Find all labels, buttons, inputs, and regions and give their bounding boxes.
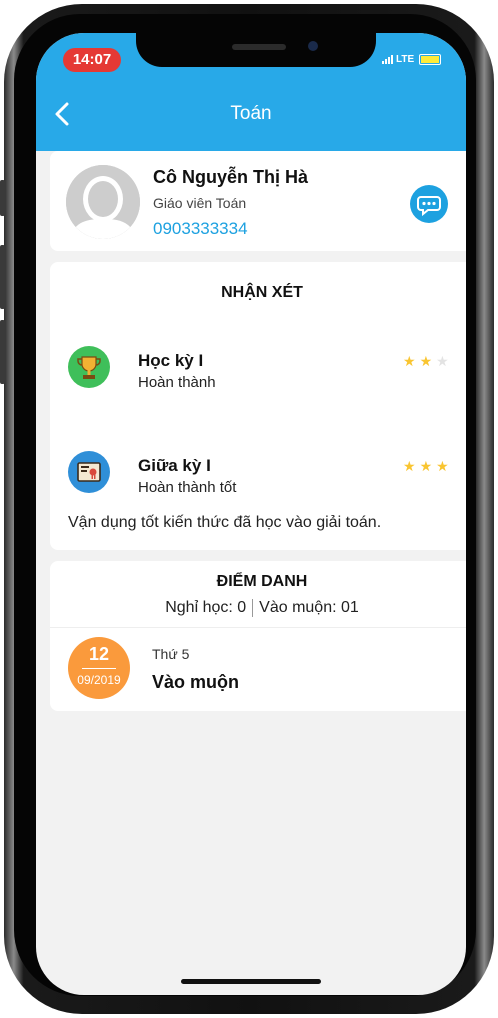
record-weekday: Thứ 5 — [152, 646, 190, 662]
review-section-title: NHẬN XÉT — [221, 284, 303, 301]
review-comment: Vận dụng tốt kiến thức đã học vào giải t… — [68, 514, 382, 531]
page-title: Toán — [230, 103, 272, 124]
star-filled-icon: ★ — [403, 353, 416, 369]
teacher-role: Giáo viên Toán — [153, 195, 247, 211]
star-rating: ★ ★ ★ — [403, 354, 449, 368]
network-label: LTE — [396, 53, 415, 65]
record-status: Vào muộn — [152, 672, 240, 692]
star-filled-icon: ★ — [436, 458, 449, 474]
absent-count: Nghỉ học: 0 — [165, 599, 247, 617]
teacher-name: Cô Nguyễn Thị Hà — [153, 167, 309, 187]
attendance-section-title: ĐIỂM DANH — [216, 573, 308, 590]
star-rating: ★ ★ ★ — [403, 459, 449, 473]
volume-down-button — [0, 320, 5, 384]
date-badge: 12 09/2019 — [68, 637, 130, 699]
front-camera — [308, 41, 318, 51]
speaker — [232, 44, 286, 50]
attendance-card: ĐIỂM DANH Nghỉ học: 0 Vào muộn: 01 12 09/… — [50, 561, 466, 711]
divider — [50, 627, 466, 628]
review-result: Hoàn thành — [138, 374, 216, 391]
attendance-summary: Nghỉ học: 0 Vào muộn: 01 — [50, 599, 466, 617]
notch — [136, 33, 376, 67]
volume-up-button — [0, 245, 5, 309]
date-day: 12 — [88, 644, 110, 664]
star-filled-icon: ★ — [403, 458, 416, 474]
review-term: Học kỳ I — [138, 351, 204, 370]
mute-switch — [0, 180, 5, 216]
summary-divider — [252, 599, 254, 617]
status-indicators: LTE — [382, 52, 442, 66]
late-count: Vào muộn: 01 — [259, 599, 359, 617]
date-separator — [82, 668, 116, 669]
signal-icon — [382, 54, 393, 64]
user-placeholder-icon — [66, 165, 140, 239]
review-term: Giữa kỳ I — [138, 456, 211, 475]
chat-button[interactable] — [410, 185, 448, 223]
certificate-icon — [68, 451, 110, 493]
app-screen: 14:07 LTE Toán Cô Nguyễn Thị Hà Giáo viê… — [36, 33, 466, 995]
star-empty-icon: ★ — [436, 353, 449, 369]
review-result: Hoàn thành tốt — [138, 479, 237, 496]
star-filled-icon: ★ — [419, 458, 433, 474]
teacher-card: Cô Nguyễn Thị Hà Giáo viên Toán 09033333… — [50, 151, 466, 251]
home-indicator[interactable] — [181, 979, 321, 984]
battery-icon — [419, 53, 442, 65]
teacher-phone-link[interactable]: 0903333334 — [153, 219, 248, 239]
date-month: 09/2019 — [77, 673, 121, 687]
chat-bubble-icon — [417, 196, 441, 217]
star-filled-icon: ★ — [419, 353, 433, 369]
status-time: 14:07 — [63, 48, 121, 72]
app-header: 14:07 LTE Toán — [36, 33, 466, 151]
avatar — [66, 165, 140, 239]
trophy-icon — [68, 346, 110, 388]
review-card: NHẬN XÉT Học kỳ I Hoàn thành ★ ★ ★ Giữa … — [50, 262, 466, 550]
